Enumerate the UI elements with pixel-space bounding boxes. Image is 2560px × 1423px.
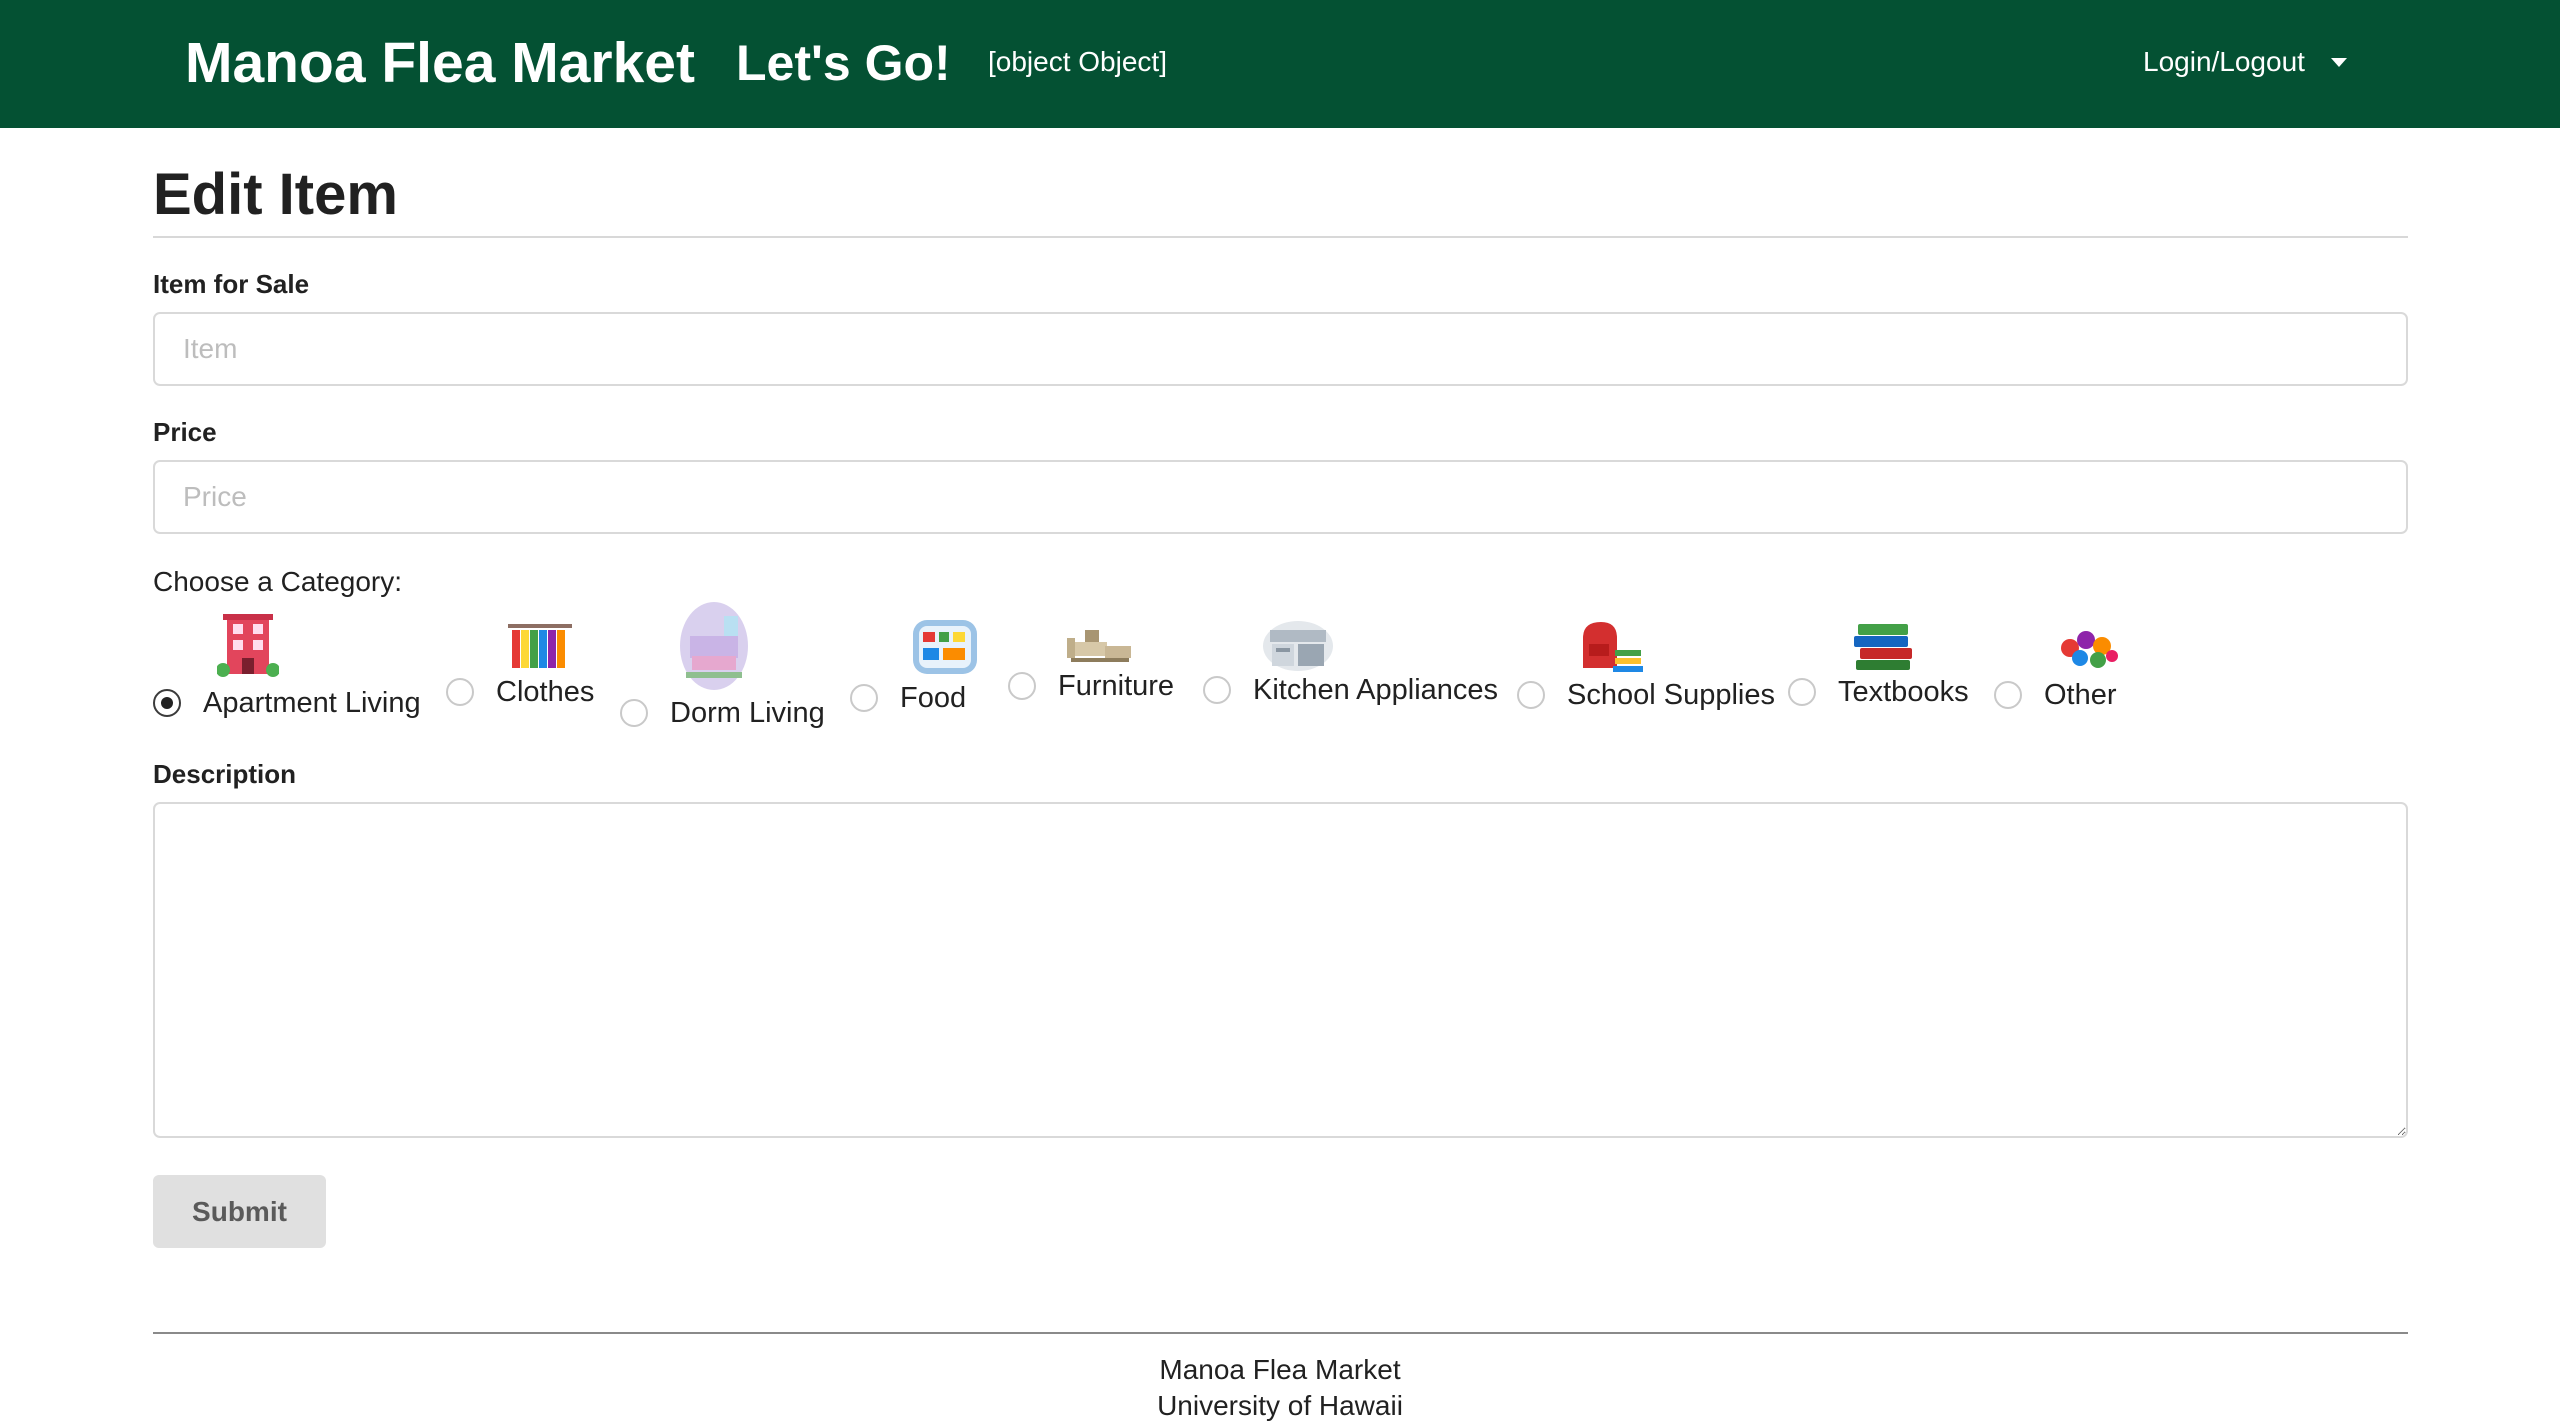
category-option-dorm-living[interactable]: Dorm Living [620,695,825,731]
category-label-dorm-living: Dorm Living [670,697,825,729]
category-label-textbooks: Textbooks [1838,676,1969,708]
description-label: Description [153,759,297,789]
kitchen-icon [1263,621,1333,671]
radio-textbooks[interactable] [1788,678,1816,706]
category-option-school-supplies[interactable]: School Supplies [1517,677,1775,713]
category-label-furniture: Furniture [1058,670,1175,702]
footer-divider [153,1332,2408,1334]
category-label-other: Other [2044,679,2117,711]
radio-other[interactable] [1994,681,2022,709]
item-input[interactable] [153,312,2408,386]
category-label-school-supplies: School Supplies [1567,679,1775,711]
login-logout-label: Login/Logout [2143,46,2305,77]
radio-food[interactable] [850,684,878,712]
category-option-textbooks[interactable]: Textbooks [1788,674,1969,710]
clothes-rack-icon [508,624,572,668]
price-label: Price [153,417,217,447]
brand-link[interactable]: Manoa Flea Market [185,30,695,96]
page-title: Edit Item [153,162,398,227]
object-object-link[interactable]: [object Object] [988,45,1167,79]
category-option-clothes[interactable]: Clothes [446,674,594,710]
category-option-kitchen-appliances[interactable]: Kitchen Appliances [1203,672,1498,708]
footer-university: University of Hawaii [1157,1390,1403,1421]
radio-dorm-living[interactable] [620,699,648,727]
radio-school-supplies[interactable] [1517,681,1545,709]
footer-title: Manoa Flea Market [1159,1354,1401,1385]
item-label: Item for Sale [153,269,310,299]
category-option-apartment-living[interactable]: Apartment Living [153,685,421,721]
dorm-room-icon [680,602,748,690]
category-label: Choose a Category: [153,566,403,597]
apartment-building-icon [217,614,279,677]
price-input[interactable] [153,460,2408,534]
radio-clothes[interactable] [446,678,474,706]
description-textarea[interactable] [153,802,2408,1138]
category-option-furniture[interactable]: Furniture [1008,668,1174,704]
login-logout-dropdown[interactable]: Login/Logout [2143,45,2347,79]
category-label-clothes: Clothes [496,676,595,708]
furniture-icon [1067,630,1131,662]
category-option-food[interactable]: Food [850,680,966,716]
category-label-food: Food [900,682,967,714]
radio-apartment-living[interactable] [153,689,181,717]
title-divider [153,236,2408,238]
lets-go-link[interactable]: Let's Go! [736,30,951,96]
school-supplies-icon [1583,622,1643,672]
top-navbar: Manoa Flea Market Let's Go! [object Obje… [0,0,2560,128]
submit-button[interactable]: Submit [153,1175,326,1248]
category-label-apartment-living: Apartment Living [203,687,421,719]
dropdown-caret-icon [2330,57,2347,67]
category-label-kitchen-appliances: Kitchen Appliances [1253,674,1499,706]
category-option-other[interactable]: Other [1994,677,2117,713]
textbooks-stack-icon [1854,624,1912,670]
radio-kitchen-appliances[interactable] [1203,676,1231,704]
radio-furniture[interactable] [1008,672,1036,700]
refrigerator-food-icon [913,620,977,674]
other-items-icon [2061,631,2118,668]
